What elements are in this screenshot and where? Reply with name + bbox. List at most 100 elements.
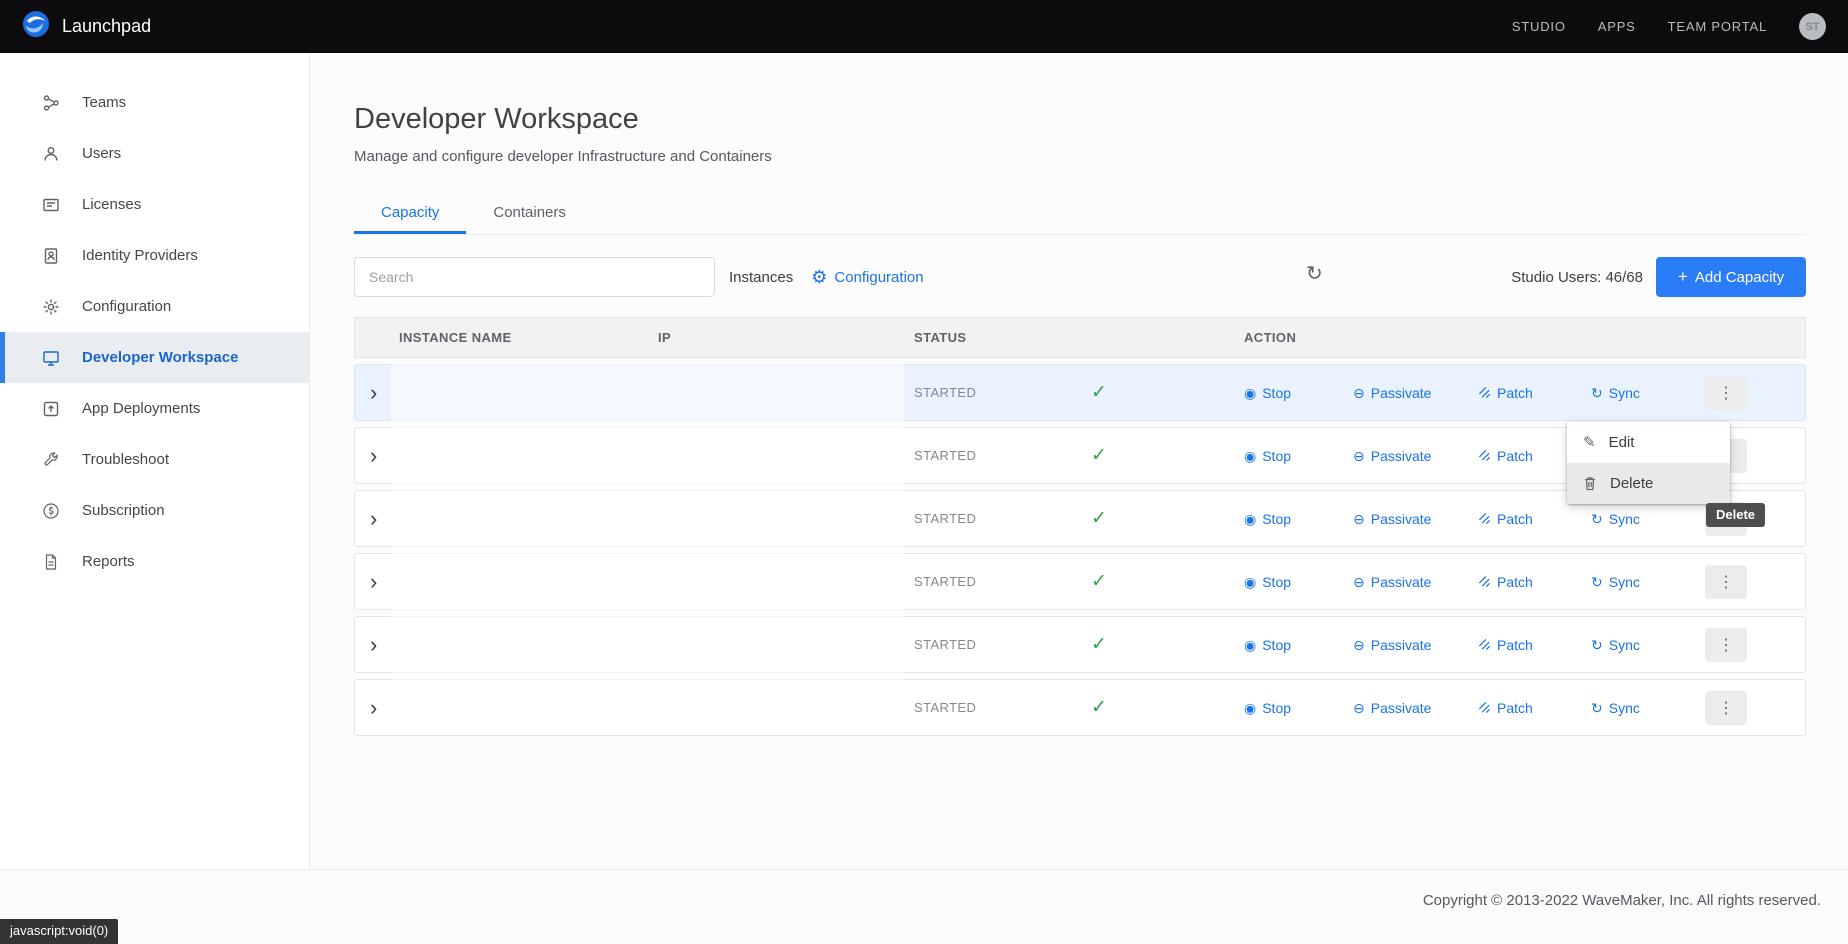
passivate-label: Passivate: [1371, 700, 1432, 716]
row-kebab-menu-button[interactable]: ⋮: [1705, 565, 1747, 599]
sync-icon: ↻: [1591, 575, 1603, 589]
stop-icon: ◉: [1244, 575, 1256, 589]
row-expand-chevron-icon[interactable]: ›: [355, 382, 399, 404]
row-expand-chevron-icon[interactable]: ›: [355, 445, 399, 467]
trash-icon: [1583, 476, 1597, 491]
avatar[interactable]: ST: [1799, 13, 1826, 40]
delete-tooltip: Delete: [1706, 503, 1765, 527]
status-cell: STARTED ✓: [914, 444, 1244, 467]
sidebar-item-identity-providers[interactable]: Identity Providers: [0, 230, 309, 281]
sync-label: Sync: [1609, 637, 1640, 653]
row-expand-chevron-icon[interactable]: ›: [355, 508, 399, 530]
action-cell: ◉ Stop ⊖ Passivate Patch ↻ Sync ⋮: [1244, 617, 1805, 672]
status-cell: STARTED ✓: [914, 633, 1244, 656]
topnav-apps[interactable]: APPS: [1598, 19, 1636, 34]
patch-action-link[interactable]: Patch: [1478, 574, 1591, 590]
check-icon: ✓: [1091, 696, 1107, 719]
sidebar-item-reports[interactable]: Reports: [0, 536, 309, 587]
row-kebab-menu-button[interactable]: ⋮: [1705, 628, 1747, 662]
passivate-action-link[interactable]: ⊖ Passivate: [1353, 448, 1478, 464]
topnav-studio[interactable]: STUDIO: [1512, 19, 1566, 34]
row-status: STARTED: [914, 637, 1091, 652]
copyright-text: Copyright © 2013-2022 WaveMaker, Inc. Al…: [1423, 892, 1821, 909]
kebab-icon: ⋮: [1718, 385, 1734, 402]
menu-item-edit[interactable]: ✎ Edit: [1567, 422, 1730, 463]
sidebar-item-developer-workspace[interactable]: Developer Workspace: [0, 332, 309, 383]
gear-icon: [42, 298, 60, 316]
stop-action-link[interactable]: ◉ Stop: [1244, 700, 1353, 716]
sidebar-item-label: App Deployments: [82, 400, 200, 417]
passivate-action-link[interactable]: ⊖ Passivate: [1353, 700, 1478, 716]
sidebar-item-teams[interactable]: Teams: [0, 77, 309, 128]
status-cell: STARTED ✓: [914, 507, 1244, 530]
stop-label: Stop: [1262, 637, 1291, 653]
sidebar-item-licenses[interactable]: Licenses: [0, 179, 309, 230]
passivate-label: Passivate: [1371, 448, 1432, 464]
topnav-team-portal[interactable]: TEAM PORTAL: [1668, 19, 1767, 34]
patch-action-link[interactable]: Patch: [1478, 637, 1591, 653]
sync-action-link[interactable]: ↻ Sync: [1591, 637, 1640, 653]
passivate-label: Passivate: [1371, 574, 1432, 590]
patch-action-link[interactable]: Patch: [1478, 385, 1591, 401]
stop-icon: ◉: [1244, 638, 1256, 652]
sidebar-item-subscription[interactable]: Subscription: [0, 485, 309, 536]
row-status: STARTED: [914, 385, 1091, 400]
patch-action-link[interactable]: Patch: [1478, 511, 1591, 527]
action-cell: ◉ Stop ⊖ Passivate Patch ↻ Sync ⋮: [1244, 554, 1805, 609]
row-expand-chevron-icon[interactable]: ›: [355, 634, 399, 656]
search-input[interactable]: [354, 257, 715, 297]
sidebar-item-app-deployments[interactable]: App Deployments: [0, 383, 309, 434]
add-capacity-button[interactable]: + Add Capacity: [1656, 257, 1806, 297]
studio-users-count: Studio Users: 46/68: [1511, 269, 1643, 286]
patch-label: Patch: [1497, 511, 1533, 527]
stop-label: Stop: [1262, 511, 1291, 527]
plus-icon: +: [1678, 267, 1688, 287]
patch-label: Patch: [1497, 637, 1533, 653]
stop-icon: ◉: [1244, 449, 1256, 463]
patch-icon: [1478, 638, 1491, 651]
sidebar-item-troubleshoot[interactable]: Troubleshoot: [0, 434, 309, 485]
kebab-icon: ⋮: [1718, 637, 1734, 654]
user-icon: [42, 145, 60, 163]
sync-action-link[interactable]: ↻ Sync: [1591, 574, 1640, 590]
passivate-action-link[interactable]: ⊖ Passivate: [1353, 511, 1478, 527]
tab-capacity[interactable]: Capacity: [354, 191, 466, 234]
stop-icon: ◉: [1244, 512, 1256, 526]
sidebar-item-users[interactable]: Users: [0, 128, 309, 179]
stop-action-link[interactable]: ◉ Stop: [1244, 448, 1353, 464]
passivate-action-link[interactable]: ⊖ Passivate: [1353, 385, 1478, 401]
row-status: STARTED: [914, 574, 1091, 589]
passivate-action-link[interactable]: ⊖ Passivate: [1353, 637, 1478, 653]
table-row: › STARTED ✓ ◉ Stop ⊖ Passivate Patch: [354, 616, 1806, 673]
patch-action-link[interactable]: Patch: [1478, 700, 1591, 716]
row-kebab-menu-button[interactable]: ⋮: [1705, 376, 1747, 410]
row-expand-chevron-icon[interactable]: ›: [355, 571, 399, 593]
stop-action-link[interactable]: ◉ Stop: [1244, 385, 1353, 401]
row-kebab-menu-button[interactable]: ⋮: [1705, 691, 1747, 725]
passivate-icon: ⊖: [1353, 701, 1365, 715]
passivate-action-link[interactable]: ⊖ Passivate: [1353, 574, 1478, 590]
sync-action-link[interactable]: ↻ Sync: [1591, 511, 1640, 527]
sidebar-item-label: Identity Providers: [82, 247, 198, 264]
stop-action-link[interactable]: ◉ Stop: [1244, 511, 1353, 527]
stop-action-link[interactable]: ◉ Stop: [1244, 574, 1353, 590]
row-expand-chevron-icon[interactable]: ›: [355, 697, 399, 719]
refresh-icon[interactable]: ↻: [1306, 264, 1323, 284]
tab-containers[interactable]: Containers: [466, 191, 593, 234]
sync-action-link[interactable]: ↻ Sync: [1591, 700, 1640, 716]
sync-icon: ↻: [1591, 512, 1603, 526]
configuration-link[interactable]: ⚙ Configuration: [811, 268, 923, 286]
stop-action-link[interactable]: ◉ Stop: [1244, 637, 1353, 653]
sidebar-item-configuration[interactable]: Configuration: [0, 281, 309, 332]
check-icon: ✓: [1091, 381, 1107, 404]
column-action: ACTION: [1244, 330, 1805, 345]
patch-icon: [1478, 512, 1491, 525]
edit-icon: ✎: [1583, 435, 1596, 450]
configuration-link-label: Configuration: [834, 269, 923, 286]
sync-action-link[interactable]: ↻ Sync: [1591, 385, 1640, 401]
check-icon: ✓: [1091, 633, 1107, 656]
row-status: STARTED: [914, 700, 1091, 715]
sync-label: Sync: [1609, 574, 1640, 590]
menu-item-delete[interactable]: Delete: [1567, 463, 1730, 504]
brand[interactable]: Launchpad: [22, 10, 151, 43]
